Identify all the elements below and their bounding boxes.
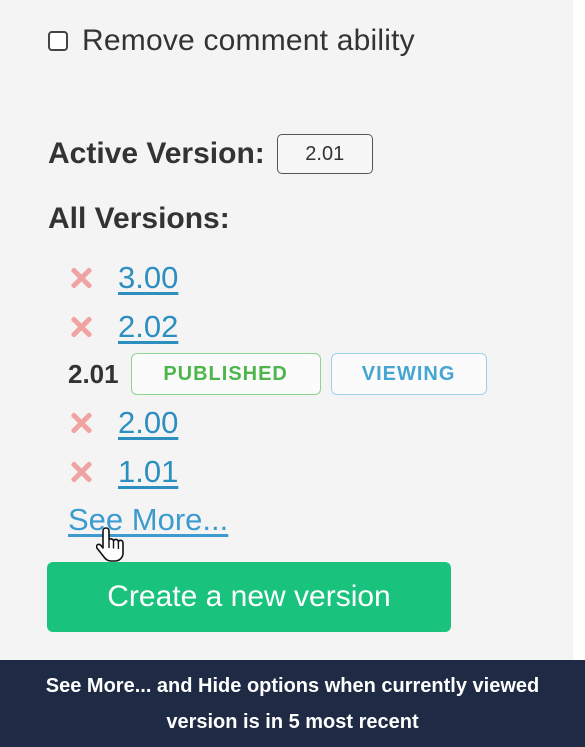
right-edge [573,0,585,660]
version-item-current: 2.01 PUBLISHED VIEWING [68,353,487,395]
remove-comment-label: Remove comment ability [82,24,415,57]
active-version-row: Active Version: 2.01 [48,134,373,174]
caption-banner: See More... and Hide options when curren… [0,660,585,747]
create-new-version-button[interactable]: Create a new version [47,562,451,632]
active-version-label: Active Version: [48,137,265,170]
version-link[interactable]: 2.00 [118,405,178,441]
see-more-link[interactable]: See More... [68,502,228,538]
delete-x-icon[interactable] [68,265,94,291]
screen: Remove comment ability Active Version: 2… [0,0,585,747]
version-link[interactable]: 2.02 [118,309,178,345]
version-item-3-00: 3.00 [68,258,178,298]
delete-x-icon[interactable] [68,459,94,485]
version-item-2-02: 2.02 [68,307,178,347]
delete-x-icon[interactable] [68,410,94,436]
remove-comment-option[interactable]: Remove comment ability [48,24,415,58]
current-version-number: 2.01 [68,358,119,389]
version-link[interactable]: 1.01 [118,454,178,490]
active-version-badge: 2.01 [276,134,373,174]
published-badge: PUBLISHED [130,353,321,395]
remove-comment-checkbox[interactable] [48,31,68,51]
caption-text: See More... and Hide options when curren… [45,674,540,733]
version-link[interactable]: 3.00 [118,260,178,296]
version-item-2-00: 2.00 [68,403,178,443]
delete-x-icon[interactable] [68,314,94,340]
version-panel: Remove comment ability Active Version: 2… [0,0,573,660]
all-versions-label: All Versions: [48,202,230,235]
version-item-1-01: 1.01 [68,452,178,492]
viewing-badge: VIEWING [330,353,487,395]
